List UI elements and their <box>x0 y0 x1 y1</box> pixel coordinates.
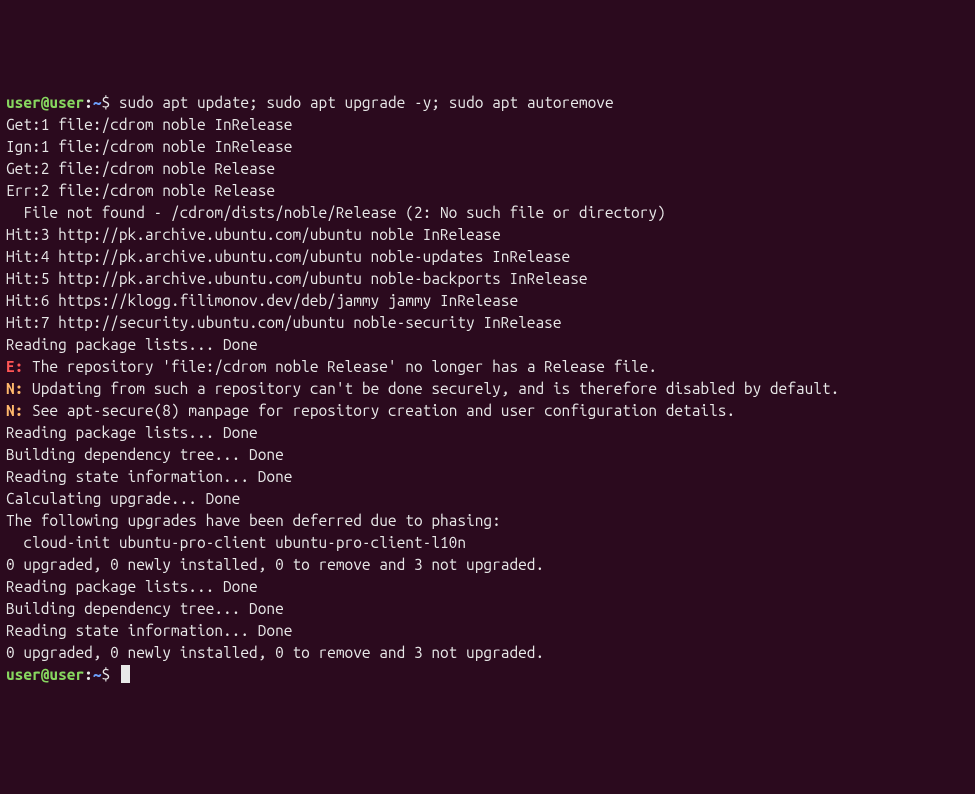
terminal-line: Reading package lists... Done <box>6 422 969 444</box>
error-tag: E: <box>6 358 23 375</box>
prompt-colon: : <box>84 666 93 683</box>
terminal-line: Err:2 file:/cdrom noble Release <box>6 180 969 202</box>
terminal-line: Hit:4 http://pk.archive.ubuntu.com/ubunt… <box>6 246 969 268</box>
terminal-line: Get:1 file:/cdrom noble InRelease <box>6 114 969 136</box>
terminal-line: 0 upgraded, 0 newly installed, 0 to remo… <box>6 554 969 576</box>
terminal-line: N: Updating from such a repository can't… <box>6 378 969 400</box>
notice-tag: N: <box>6 402 23 419</box>
prompt-user-host: user@user <box>6 666 84 683</box>
terminal-line: The following upgrades have been deferre… <box>6 510 969 532</box>
terminal-line: Building dependency tree... Done <box>6 598 969 620</box>
terminal-line: E: The repository 'file:/cdrom noble Rel… <box>6 356 969 378</box>
terminal-line: N: See apt-secure(8) manpage for reposit… <box>6 400 969 422</box>
terminal-line: Hit:5 http://pk.archive.ubuntu.com/ubunt… <box>6 268 969 290</box>
prompt-path: ~ <box>93 94 102 111</box>
prompt-symbol: $ <box>102 666 119 683</box>
terminal-line: Reading package lists... Done <box>6 576 969 598</box>
terminal-line: Reading package lists... Done <box>6 334 969 356</box>
terminal-line: File not found - /cdrom/dists/noble/Rele… <box>6 202 969 224</box>
terminal-line: Building dependency tree... Done <box>6 444 969 466</box>
terminal-line: 0 upgraded, 0 newly installed, 0 to remo… <box>6 642 969 664</box>
prompt-symbol: $ <box>102 94 119 111</box>
terminal-line: Ign:1 file:/cdrom noble InRelease <box>6 136 969 158</box>
terminal-line: Hit:3 http://pk.archive.ubuntu.com/ubunt… <box>6 224 969 246</box>
prompt-path: ~ <box>93 666 102 683</box>
terminal-line: user@user:~$ sudo apt update; sudo apt u… <box>6 92 969 114</box>
cursor[interactable] <box>121 665 130 683</box>
terminal-window[interactable]: user@user:~$ sudo apt update; sudo apt u… <box>6 92 969 684</box>
terminal-line: Reading state information... Done <box>6 620 969 642</box>
prompt-user-host: user@user <box>6 94 84 111</box>
terminal-line: Hit:6 https://klogg.filimonov.dev/deb/ja… <box>6 290 969 312</box>
terminal-line: Hit:7 http://security.ubuntu.com/ubuntu … <box>6 312 969 334</box>
terminal-line: Get:2 file:/cdrom noble Release <box>6 158 969 180</box>
prompt-colon: : <box>84 94 93 111</box>
notice-tag: N: <box>6 380 23 397</box>
terminal-line: cloud-init ubuntu-pro-client ubuntu-pro-… <box>6 532 969 554</box>
command-text: sudo apt update; sudo apt upgrade -y; su… <box>119 94 614 111</box>
terminal-line: user@user:~$ <box>6 664 969 686</box>
terminal-line: Calculating upgrade... Done <box>6 488 969 510</box>
terminal-line: Reading state information... Done <box>6 466 969 488</box>
